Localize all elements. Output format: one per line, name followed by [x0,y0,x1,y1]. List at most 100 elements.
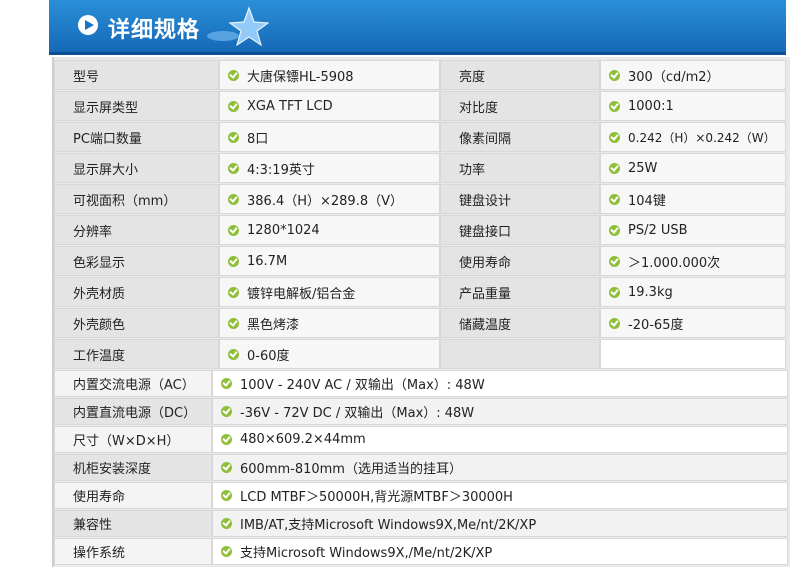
starfish-icon [207,6,269,46]
spec-value: 480×609.2×44mm [212,426,788,453]
table-row: 外壳材质 镀锌电解板/铝合金 产品重量 19.3kg [54,277,788,307]
table-row: 型号 大唐保镖HL-5908 亮度 300（cd/m2） [54,60,788,90]
spec-label: 兼容性 [54,510,212,537]
spec-label: 机柜安装深度 [54,454,212,481]
table-row: 色彩显示 16.7M 使用寿命 ＞1.000.000次 [54,246,788,276]
check-icon [228,317,239,329]
check-icon [609,224,620,236]
spec-label: 亮度 [440,60,600,90]
spec-value: 600mm-810mm（选用适当的挂耳） [212,454,788,481]
table-row: 内置交流电源（AC） 100V - 240V AC / 双输出（Max）: 48… [54,370,788,397]
spec-value: 16.7M [219,246,440,276]
spec-label: 尺寸（W×D×H） [54,426,212,453]
spec-value: 0.242（H）×0.242（W） [600,122,786,152]
check-icon [221,518,232,529]
check-icon [228,69,239,81]
spec-value: 支持Microsoft Windows9X,/Me/nt/2K/XP [212,538,788,565]
spec-label: 产品重量 [440,277,600,307]
table-row: 可视面积（mm） 386.4（H）×289.8（V） 键盘设计 104键 [54,184,788,214]
spec-label: 可视面积（mm） [54,184,219,214]
spec-value: 0-60度 [219,339,440,369]
table-row: 外壳颜色 黑色烤漆 储藏温度 -20-65度 [54,308,788,338]
spec-label: 内置交流电源（AC） [54,370,212,397]
table-row: 使用寿命 LCD MTBF＞50000H,背光源MTBF＞30000H [54,482,788,509]
spec-label: 对比度 [440,91,600,121]
table-row: 内置直流电源（DC） -36V - 72V DC / 双输出（Max）: 48W [54,398,788,425]
spec-value-empty [600,339,786,369]
check-icon [221,546,232,557]
check-icon [221,462,232,473]
section-title: 详细规格 [108,18,201,43]
spec-label: 色彩显示 [54,246,219,276]
check-icon [228,255,239,267]
spec-label: PC端口数量 [54,122,219,152]
check-icon [228,131,239,143]
spec-label: 分辨率 [54,215,219,245]
table-row: 显示屏大小 4:3:19英寸 功率 25W [54,153,788,183]
spec-label: 储藏温度 [440,308,600,338]
check-icon [221,406,232,417]
spec-table: 型号 大唐保镖HL-5908 亮度 300（cd/m2） 显示屏类型 XGA T… [52,57,790,567]
table-row: 机柜安装深度 600mm-810mm（选用适当的挂耳） [54,454,788,481]
spec-label: 键盘设计 [440,184,600,214]
spec-label-empty [440,339,600,369]
spec-value: -20-65度 [600,308,786,338]
check-icon [221,490,232,501]
check-icon [228,286,239,298]
spec-label: 显示屏大小 [54,153,219,183]
spec-label: 操作系统 [54,538,212,565]
spec-value: -36V - 72V DC / 双输出（Max）: 48W [212,398,788,425]
spec-value: PS/2 USB [600,215,786,245]
spec-value: 4:3:19英寸 [219,153,440,183]
spec-value: 25W [600,153,786,183]
check-icon [228,193,239,205]
spec-value: LCD MTBF＞50000H,背光源MTBF＞30000H [212,482,788,509]
check-icon [221,378,232,389]
check-icon [609,100,620,112]
table-row: 操作系统 支持Microsoft Windows9X,/Me/nt/2K/XP [54,538,788,565]
table-row: 分辨率 1280*1024 键盘接口 PS/2 USB [54,215,788,245]
spec-value: XGA TFT LCD [219,91,440,121]
spec-label: 使用寿命 [54,482,212,509]
check-icon [609,286,620,298]
check-icon [609,69,620,81]
check-icon [221,434,232,445]
spec-value: 黑色烤漆 [219,308,440,338]
spec-label: 键盘接口 [440,215,600,245]
spec-value: 大唐保镖HL-5908 [219,60,440,90]
table-row: 显示屏类型 XGA TFT LCD 对比度 1000:1 [54,91,788,121]
spec-value: 镀锌电解板/铝合金 [219,277,440,307]
spec-value: IMB/AT,支持Microsoft Windows9X,Me/nt/2K/XP [212,510,788,537]
spec-label: 内置直流电源（DC） [54,398,212,425]
table-row: 兼容性 IMB/AT,支持Microsoft Windows9X,Me/nt/2… [54,510,788,537]
spec-label: 型号 [54,60,219,90]
spec-label: 像素间隔 [440,122,600,152]
table-row: 工作温度 0-60度 [54,339,788,369]
check-icon [228,224,239,236]
spec-label: 功率 [440,153,600,183]
check-icon [228,162,239,174]
spec-value: 1280*1024 [219,215,440,245]
check-icon [609,255,620,267]
check-icon [609,193,620,205]
table-row: PC端口数量 8口 像素间隔 0.242（H）×0.242（W） [54,122,788,152]
spec-value: 1000:1 [600,91,786,121]
spec-value: 386.4（H）×289.8（V） [219,184,440,214]
check-icon [228,100,239,112]
table-row: 尺寸（W×D×H） 480×609.2×44mm [54,426,788,453]
spec-value: 300（cd/m2） [600,60,786,90]
spec-value: ＞1.000.000次 [600,246,786,276]
spec-value: 8口 [219,122,440,152]
play-icon [78,15,98,35]
check-icon [228,348,239,360]
spec-label: 外壳材质 [54,277,219,307]
spec-label: 使用寿命 [440,246,600,276]
spec-label: 工作温度 [54,339,219,369]
spec-label: 外壳颜色 [54,308,219,338]
spec-label: 显示屏类型 [54,91,219,121]
spec-value: 104键 [600,184,786,214]
check-icon [609,317,620,329]
check-icon [609,162,620,174]
spec-value: 100V - 240V AC / 双输出（Max）: 48W [212,370,788,397]
spec-value: 19.3kg [600,277,786,307]
